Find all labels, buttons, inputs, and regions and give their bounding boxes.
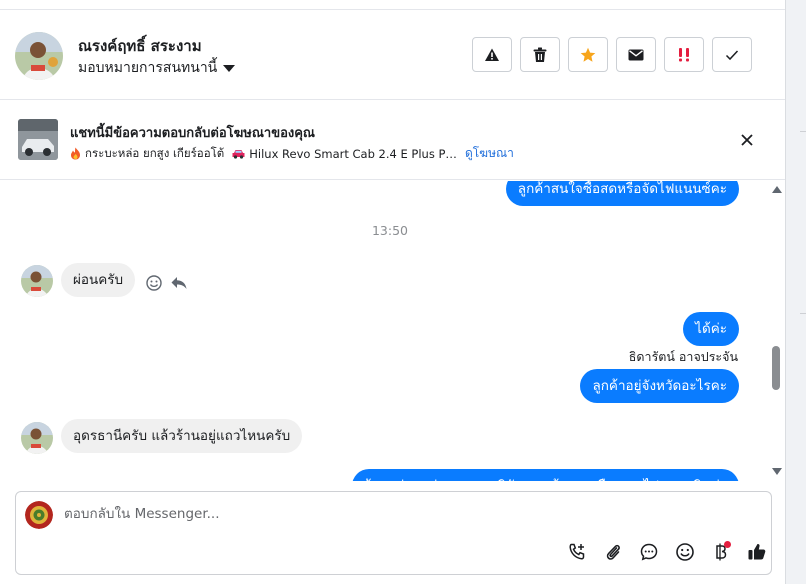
react-emoji-icon[interactable] — [145, 274, 163, 292]
ad-vehicle-text: Hilux Revo Smart Cab 2.4 E Plus P… — [249, 146, 457, 161]
ad-description-text: กระบะหล่อ ยกสูง เกียร์ออโต้ — [85, 145, 225, 160]
call-button[interactable] — [559, 540, 595, 564]
ad-reply-banner: แชทนี้มีข้อความตอบกลับต่อโฆษณาของคุณ กระ… — [0, 100, 785, 180]
composer-tools — [559, 540, 775, 564]
notification-dot — [724, 541, 731, 548]
scroll-down-arrow-icon[interactable] — [772, 468, 782, 475]
conversation-header: ณรงค์ฤทธิ์ สระงาม มอบหมายการสนทนานี้ — [0, 10, 785, 100]
contact-name[interactable]: ณรงค์ฤทธิ์ สระงาม — [78, 34, 202, 58]
thumbs-up-icon — [748, 543, 766, 560]
star-button[interactable] — [568, 37, 608, 72]
warning-icon — [485, 48, 499, 61]
like-button[interactable] — [739, 540, 775, 564]
warning-button[interactable] — [472, 37, 512, 72]
contact-avatar[interactable] — [15, 32, 63, 80]
message-bubble-outgoing[interactable]: ลูกค้าสนใจซื้อสดหรือจัดไฟแนนซ์คะ — [505, 181, 739, 206]
close-icon[interactable] — [738, 131, 756, 149]
spam-icon — [679, 47, 689, 61]
scrollbar-thumb[interactable] — [772, 346, 780, 390]
ad-description: กระบะหล่อ ยกสูง เกียร์ออโต้ Hilux Revo S… — [70, 144, 514, 163]
message-bubble-incoming[interactable]: ผ่อนครับ — [61, 263, 136, 297]
paperclip-icon — [606, 544, 620, 560]
chat-bubble-icon — [640, 543, 658, 561]
side-panel-edge — [785, 0, 806, 584]
sender-name: ธิดารัตน์ อาจประจัน — [628, 349, 738, 364]
conversation-panel: ณรงค์ฤทธิ์ สระงาม มอบหมายการสนทนานี้ แชท… — [0, 10, 785, 584]
check-icon — [725, 49, 739, 60]
top-divider — [0, 0, 785, 10]
caret-down-icon — [223, 64, 236, 72]
header-actions — [472, 37, 752, 72]
scroll-up-arrow-icon[interactable] — [772, 186, 782, 193]
mark-unread-button[interactable] — [616, 37, 656, 72]
emoji-icon — [676, 543, 694, 561]
ad-thumbnail — [18, 119, 58, 160]
message-bubble-outgoing[interactable]: ได้ค่ะ — [683, 312, 739, 346]
trash-icon — [533, 47, 547, 62]
spam-button[interactable] — [664, 37, 704, 72]
contact-avatar-small — [21, 422, 53, 454]
message-composer — [15, 491, 772, 575]
view-ad-link[interactable]: ดูโฆษณา — [465, 144, 514, 163]
reply-input[interactable] — [64, 506, 544, 522]
saved-replies-button[interactable] — [631, 540, 667, 564]
envelope-icon — [628, 49, 644, 60]
ad-banner-title: แชทนี้มีข้อความตอบกลับต่อโฆษณาของคุณ — [70, 126, 315, 141]
delete-button[interactable] — [520, 37, 560, 72]
fire-icon — [71, 147, 80, 160]
message-bubble-outgoing[interactable]: ร้านอยู่อุดรค่ะ แถวแยกวิลัยพละเส้นรอบเมื… — [352, 469, 739, 481]
star-icon — [580, 47, 596, 62]
message-timestamp: 13:50 — [371, 223, 409, 238]
message-bubble-incoming[interactable]: อุดรธานีครับ แล้วร้านอยู่แถวไหนครับ — [61, 419, 303, 453]
attach-button[interactable] — [595, 540, 631, 564]
page-avatar — [25, 501, 53, 529]
payment-button[interactable] — [703, 540, 739, 564]
assign-conversation-dropdown[interactable]: มอบหมายการสนทนานี้ — [78, 57, 236, 79]
message-bubble-outgoing[interactable]: ลูกค้าอยู่จังหวัดอะไรคะ — [580, 369, 739, 403]
phone-add-icon — [569, 543, 585, 560]
thread-scrollbar[interactable] — [767, 181, 785, 481]
mark-done-button[interactable] — [712, 37, 752, 72]
assign-label: มอบหมายการสนทนานี้ — [78, 60, 218, 76]
emoji-button[interactable] — [667, 540, 703, 564]
message-thread: ลูกค้าสนใจซื้อสดหรือจัดไฟแนนซ์คะ 13:50 ผ… — [0, 181, 785, 481]
reply-icon[interactable] — [170, 274, 188, 292]
car-icon — [232, 149, 245, 159]
contact-avatar-small — [21, 265, 53, 297]
